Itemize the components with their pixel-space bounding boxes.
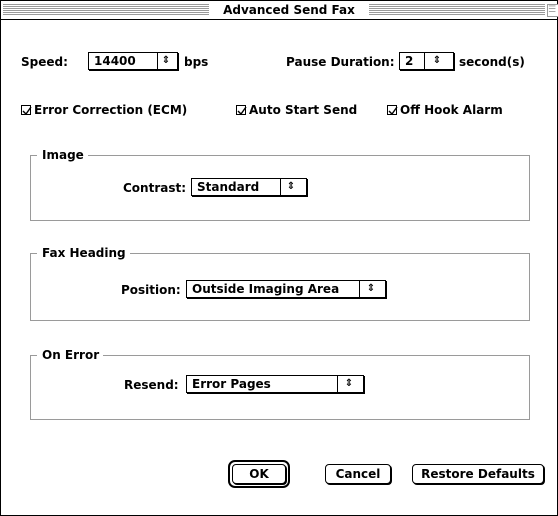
zoom-box-icon[interactable]: ☰ bbox=[547, 4, 558, 17]
ecm-label[interactable]: Error Correction (ECM) bbox=[34, 102, 187, 118]
off-hook-label[interactable]: Off Hook Alarm bbox=[400, 102, 503, 118]
popup-separator bbox=[280, 179, 281, 195]
check-icon bbox=[237, 106, 247, 116]
popup-separator bbox=[424, 53, 425, 69]
position-label: Position: bbox=[121, 283, 181, 297]
resend-label: Resend: bbox=[124, 378, 179, 392]
speed-value: 14400 bbox=[94, 54, 136, 68]
title-bar-stripes-right bbox=[369, 4, 545, 15]
popup-separator bbox=[157, 53, 158, 69]
resend-value: Error Pages bbox=[192, 377, 271, 391]
check-icon bbox=[22, 106, 32, 116]
pause-value: 2 bbox=[405, 54, 414, 68]
popup-arrows-icon: ⇕ bbox=[344, 378, 354, 389]
window-title: Advanced Send Fax bbox=[211, 1, 367, 19]
popup-arrows-icon: ⇕ bbox=[366, 283, 376, 294]
popup-arrows-icon: ⇕ bbox=[432, 55, 442, 66]
contrast-label: Contrast: bbox=[123, 181, 187, 195]
fax-heading-group-title: Fax Heading bbox=[37, 245, 130, 261]
check-icon bbox=[388, 106, 398, 116]
ecm-checkbox[interactable] bbox=[21, 105, 32, 116]
resend-popup[interactable]: Error Pages ⇕ bbox=[186, 375, 364, 393]
speed-label: Speed: bbox=[21, 55, 68, 69]
off-hook-checkbox[interactable] bbox=[387, 105, 398, 116]
popup-separator bbox=[359, 281, 360, 297]
auto-start-label[interactable]: Auto Start Send bbox=[249, 102, 357, 118]
auto-start-checkbox[interactable] bbox=[236, 105, 247, 116]
pause-popup[interactable]: 2 ⇕ bbox=[399, 52, 454, 70]
speed-popup[interactable]: 14400 ⇕ bbox=[88, 52, 178, 70]
contrast-popup[interactable]: Standard ⇕ bbox=[191, 178, 307, 196]
contrast-value: Standard bbox=[197, 180, 260, 194]
ok-button[interactable]: OK bbox=[232, 464, 286, 484]
popup-separator bbox=[337, 376, 338, 392]
image-group-title: Image bbox=[37, 147, 88, 163]
popup-arrows-icon: ⇕ bbox=[286, 181, 296, 192]
cancel-button[interactable]: Cancel bbox=[325, 464, 391, 484]
title-bar-stripes bbox=[3, 4, 209, 15]
speed-unit: bps bbox=[184, 55, 209, 69]
restore-defaults-button[interactable]: Restore Defaults bbox=[412, 464, 544, 484]
popup-arrows-icon: ⇕ bbox=[161, 55, 171, 66]
position-value: Outside Imaging Area bbox=[192, 282, 340, 296]
pause-label: Pause Duration: bbox=[286, 55, 395, 69]
position-popup[interactable]: Outside Imaging Area ⇕ bbox=[186, 280, 386, 298]
dialog-window: Advanced Send Fax ☰ Speed: 14400 ⇕ bps P… bbox=[0, 0, 558, 516]
title-bar[interactable]: Advanced Send Fax ☰ bbox=[1, 1, 558, 20]
pause-unit: second(s) bbox=[459, 55, 525, 69]
on-error-group-title: On Error bbox=[37, 347, 104, 363]
